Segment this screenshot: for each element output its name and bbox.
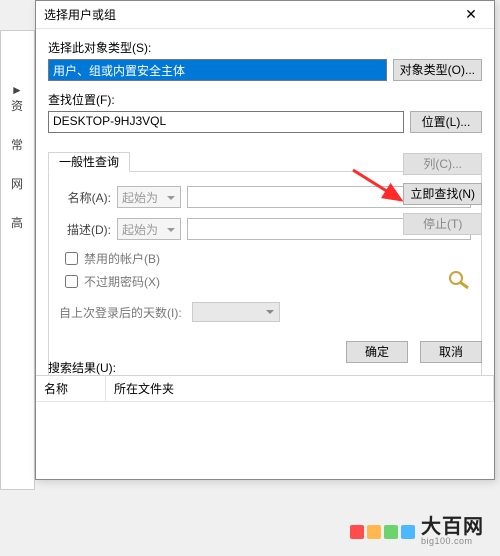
- object-type-label: 选择此对象类型(S):: [48, 39, 482, 56]
- results-header: 名称 所在文件夹: [36, 376, 494, 402]
- watermark-text-en: big100.com: [421, 537, 484, 546]
- object-type-field[interactable]: 用户、组或内置安全主体: [48, 59, 387, 81]
- results-table: 名称 所在文件夹: [36, 375, 494, 479]
- no-expire-password-checkbox[interactable]: 不过期密码(X): [65, 273, 471, 290]
- location-label: 查找位置(F):: [48, 91, 482, 108]
- logo-block: [350, 525, 364, 539]
- stop-button[interactable]: 停止(T): [403, 213, 482, 235]
- location-field[interactable]: DESKTOP-9HJ3VQL: [48, 111, 404, 133]
- days-since-logon-label: 自上次登录后的天数(I):: [59, 304, 182, 321]
- close-button[interactable]: ✕: [456, 5, 486, 25]
- dialog-action-buttons: 确定 取消: [346, 341, 482, 363]
- column-folder[interactable]: 所在文件夹: [106, 376, 494, 401]
- watermark-logo: [350, 525, 415, 539]
- disabled-accounts-checkbox[interactable]: 禁用的帐户(B): [65, 250, 471, 267]
- days-combo[interactable]: [192, 302, 280, 322]
- columns-button[interactable]: 列(C)...: [403, 153, 482, 175]
- location-button[interactable]: 位置(L)...: [410, 111, 482, 133]
- desc-operator-combo[interactable]: 起始为: [117, 218, 181, 240]
- object-types-button[interactable]: 对象类型(O)...: [393, 59, 482, 81]
- dialog-titlebar: 选择用户或组 ✕: [36, 1, 494, 29]
- tab-general-query[interactable]: 一般性查询: [48, 152, 130, 172]
- column-name[interactable]: 名称: [36, 376, 106, 401]
- dialog-title: 选择用户或组: [44, 6, 116, 23]
- ok-button[interactable]: 确定: [346, 341, 408, 363]
- name-operator-combo[interactable]: 起始为: [117, 186, 181, 208]
- select-user-dialog: 选择用户或组 ✕ 选择此对象类型(S): 用户、组或内置安全主体 对象类型(O)…: [35, 0, 495, 480]
- find-now-button[interactable]: 立即查找(N): [403, 183, 482, 205]
- magnifier-icon: [446, 269, 474, 291]
- checkbox-icon[interactable]: [65, 252, 78, 265]
- right-button-column: 列(C)... 立即查找(N) 停止(T): [403, 153, 482, 235]
- logo-block: [401, 525, 415, 539]
- cancel-button[interactable]: 取消: [420, 341, 482, 363]
- watermark: 大百网 big100.com: [350, 517, 484, 546]
- name-label: 名称(A):: [59, 189, 111, 206]
- search-results-label: 搜索结果(U):: [48, 359, 116, 376]
- background-window: ► 资 常 网 高: [0, 30, 35, 490]
- checkbox-icon[interactable]: [65, 275, 78, 288]
- watermark-text-zh: 大百网: [421, 517, 484, 537]
- logo-block: [367, 525, 381, 539]
- desc-label: 描述(D):: [59, 221, 111, 238]
- logo-block: [384, 525, 398, 539]
